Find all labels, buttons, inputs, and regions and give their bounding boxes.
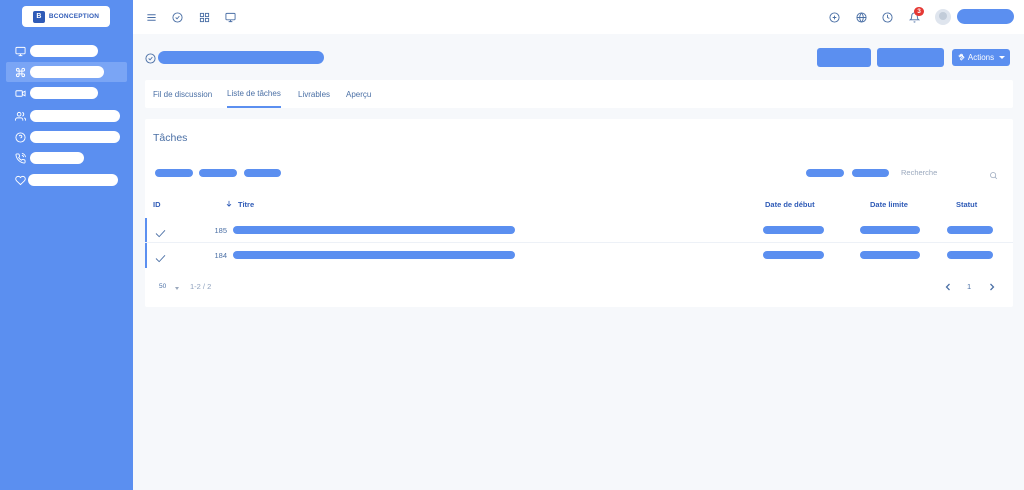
check-icon[interactable] bbox=[155, 250, 166, 263]
plus-circle-icon[interactable] bbox=[828, 11, 840, 23]
monitor-icon[interactable] bbox=[224, 11, 236, 23]
column-header-status[interactable]: Statut bbox=[956, 200, 977, 209]
column-header-due-date[interactable]: Date limite bbox=[870, 200, 908, 209]
sidebar-item-label bbox=[30, 45, 98, 57]
help-circle-icon bbox=[14, 131, 26, 143]
search-icon bbox=[989, 167, 999, 180]
tab-task-list[interactable]: Liste de tâches bbox=[227, 80, 281, 108]
sidebar-item-label bbox=[28, 174, 118, 186]
chevron-left-icon[interactable] bbox=[944, 283, 952, 291]
column-header-start-date[interactable]: Date de début bbox=[765, 200, 815, 209]
video-icon bbox=[14, 87, 26, 99]
column-header-id[interactable]: ID bbox=[153, 200, 161, 209]
sidebar-item-projects[interactable] bbox=[6, 62, 127, 82]
sidebar: B BCONCEPTION bbox=[0, 0, 133, 490]
actions-label: Actions bbox=[967, 53, 995, 62]
row-id: 184 bbox=[214, 251, 227, 260]
users-icon bbox=[14, 110, 26, 122]
clock-icon[interactable] bbox=[881, 11, 893, 23]
row-title[interactable] bbox=[233, 226, 515, 234]
sidebar-item-label bbox=[30, 66, 104, 78]
tab-deliverables[interactable]: Livrables bbox=[298, 80, 330, 108]
sidebar-item-favorites[interactable] bbox=[0, 170, 133, 190]
search-input[interactable]: Recherche bbox=[895, 165, 1005, 181]
pagination-bar: 50 1-2 / 2 1 bbox=[145, 279, 1013, 297]
logo-text: BCONCEPTION bbox=[48, 13, 100, 20]
wrench-icon bbox=[957, 53, 965, 63]
row-start-date bbox=[763, 251, 824, 259]
row-status bbox=[947, 251, 993, 259]
header-button-1[interactable] bbox=[817, 48, 871, 67]
actions-button[interactable]: Actions bbox=[952, 49, 1010, 66]
table-row[interactable]: 184 bbox=[145, 243, 1013, 268]
grid-icon[interactable] bbox=[198, 11, 210, 23]
row-start-date bbox=[763, 226, 824, 234]
topbar bbox=[133, 0, 1024, 34]
sidebar-item-help[interactable] bbox=[0, 127, 133, 147]
check-circle-icon[interactable] bbox=[171, 11, 183, 23]
search-placeholder: Recherche bbox=[901, 168, 938, 177]
current-page[interactable]: 1 bbox=[967, 282, 971, 291]
chevron-down-icon[interactable] bbox=[175, 287, 179, 290]
row-indicator bbox=[145, 218, 147, 243]
sidebar-item-label bbox=[30, 87, 98, 99]
page-title bbox=[158, 51, 324, 64]
card-title: Tâches bbox=[153, 132, 188, 144]
tab-preview[interactable]: Aperçu bbox=[346, 80, 371, 108]
sidebar-item-label bbox=[30, 110, 120, 122]
command-icon bbox=[14, 66, 26, 78]
tab-discussion[interactable]: Fil de discussion bbox=[153, 80, 212, 108]
filter-button[interactable] bbox=[244, 169, 281, 177]
tabs-bar: Fil de discussion Liste de tâches Livrab… bbox=[145, 80, 1013, 108]
row-due-date bbox=[860, 226, 920, 234]
globe-icon[interactable] bbox=[855, 11, 867, 23]
check-icon[interactable] bbox=[155, 225, 166, 238]
avatar[interactable] bbox=[935, 9, 951, 25]
phone-call-icon bbox=[14, 152, 26, 164]
pagination-range: 1-2 / 2 bbox=[190, 282, 212, 291]
user-menu[interactable] bbox=[957, 9, 1014, 24]
sidebar-item-label bbox=[30, 152, 84, 164]
check-circle-icon bbox=[145, 51, 156, 64]
header-button-2[interactable] bbox=[877, 48, 944, 67]
chevron-down-icon bbox=[999, 56, 1006, 59]
monitor-icon bbox=[14, 45, 26, 57]
sidebar-item-label bbox=[30, 131, 120, 143]
row-status bbox=[947, 226, 993, 234]
sort-arrow-down-icon[interactable] bbox=[225, 199, 233, 210]
row-due-date bbox=[860, 251, 920, 259]
sidebar-item-meetings[interactable] bbox=[0, 83, 133, 103]
app-logo[interactable]: B BCONCEPTION bbox=[22, 6, 110, 27]
tasks-card: Tâches Recherche ID Titre Date de début … bbox=[145, 119, 1013, 307]
heart-icon bbox=[14, 174, 26, 186]
menu-icon[interactable] bbox=[145, 11, 157, 23]
sidebar-item-calls[interactable] bbox=[0, 148, 133, 168]
filter-button[interactable] bbox=[155, 169, 193, 177]
row-indicator bbox=[145, 243, 147, 268]
notification-badge: 3 bbox=[914, 7, 924, 16]
filter-button[interactable] bbox=[199, 169, 237, 177]
table-row[interactable]: 185 bbox=[145, 218, 1013, 243]
column-header-title[interactable]: Titre bbox=[238, 200, 254, 209]
filter-button[interactable] bbox=[806, 169, 844, 177]
row-title[interactable] bbox=[233, 251, 515, 259]
filter-button[interactable] bbox=[852, 169, 889, 177]
page-size-select[interactable]: 50 bbox=[159, 283, 166, 290]
sidebar-item-users[interactable] bbox=[0, 106, 133, 126]
chevron-right-icon[interactable] bbox=[988, 283, 996, 291]
row-id: 185 bbox=[214, 226, 227, 235]
logo-mark-icon: B bbox=[32, 10, 45, 23]
sidebar-item-dashboard[interactable] bbox=[0, 41, 133, 61]
